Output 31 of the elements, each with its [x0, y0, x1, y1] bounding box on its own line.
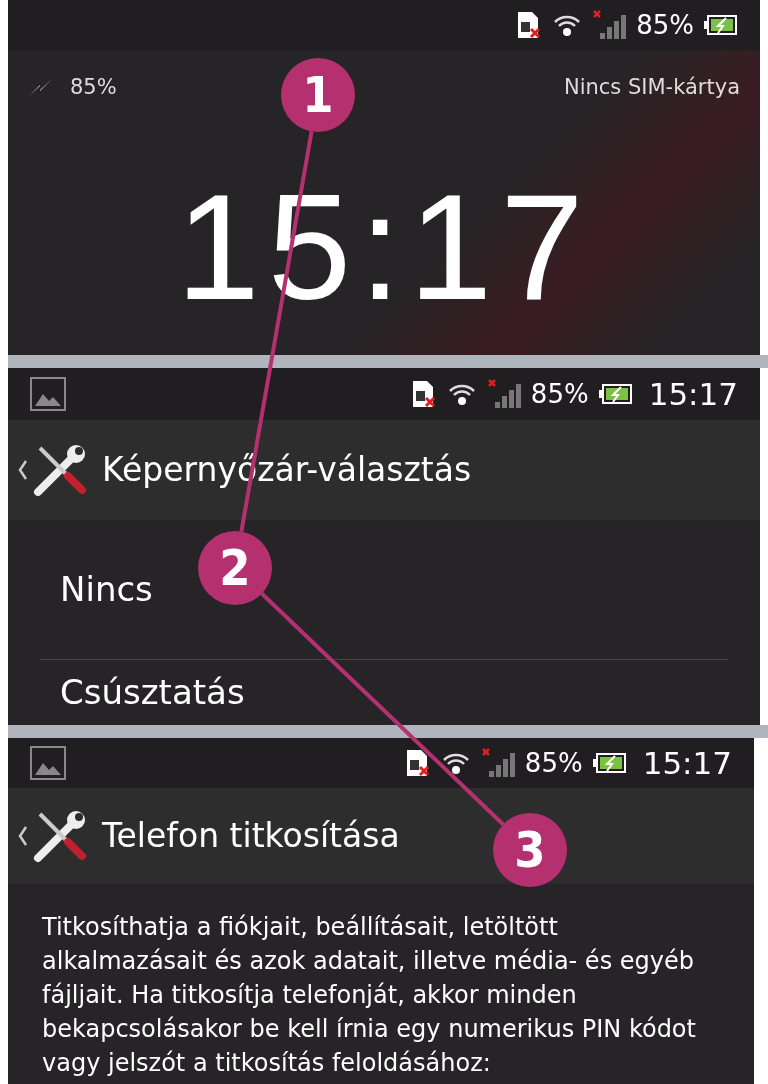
description-text: Titkosíthatja a fiókjait, beállításait, letöltött alkalmazásait és azok adatait, illetve média- és egyéb fájljait. Ha titkosítja telefonját, akkor minden bekapcsolásakor be kell írnia egy numerikus PIN kódot vagy jelszót a titkosítás feloldásához:	[42, 912, 697, 1079]
screen-title: Telefon titkosítása	[102, 815, 400, 858]
image-icon	[30, 377, 66, 411]
callout-number: 3	[514, 821, 546, 879]
tools-icon	[32, 808, 88, 864]
battery-charging-icon	[704, 14, 738, 36]
no-signal-icon	[592, 9, 627, 41]
battery-percentage: 85%	[530, 377, 589, 411]
status-time: 15:17	[642, 743, 732, 783]
no-sim-icon	[516, 10, 543, 40]
battery-percentage: 85%	[636, 8, 694, 42]
back-button[interactable]	[18, 442, 88, 498]
battery-charging-icon	[598, 383, 633, 405]
list-item[interactable]: Nincs	[60, 564, 153, 615]
back-chevron-icon	[18, 825, 28, 847]
callout-number: 2	[219, 539, 251, 597]
sim-status: Nincs SIM-kártya	[563, 74, 740, 101]
back-button[interactable]	[18, 808, 88, 864]
battery-charging-icon	[592, 752, 627, 774]
charge-percentage: 85%	[70, 74, 117, 101]
image-icon	[30, 746, 66, 780]
battery-percentage: 85%	[524, 746, 583, 780]
callout-number: 1	[302, 66, 334, 124]
back-chevron-icon	[18, 459, 28, 481]
list-item[interactable]: Csúsztatás	[60, 667, 245, 718]
no-signal-icon	[480, 747, 515, 779]
tools-icon	[32, 442, 88, 498]
no-signal-icon	[486, 378, 521, 410]
no-sim-icon	[410, 379, 437, 409]
no-sim-icon	[404, 748, 431, 778]
status-time: 15:17	[648, 374, 738, 414]
